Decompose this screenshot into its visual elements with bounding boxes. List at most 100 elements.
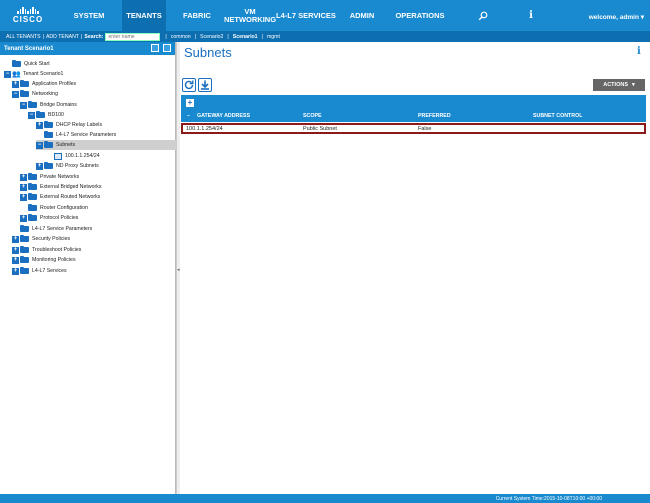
cell-scope: Public Subnet <box>303 126 337 132</box>
download-icon <box>201 80 209 90</box>
folder-icon <box>20 89 29 97</box>
expand-toggle-icon[interactable]: + <box>12 80 19 88</box>
tree-item-label: Troubleshoot Policies <box>32 247 82 253</box>
all-tenants-link[interactable]: ALL TENANTS <box>6 34 41 40</box>
add-subnet-button[interactable]: + <box>186 99 194 107</box>
pane-splitter[interactable]: ◂ <box>176 42 180 494</box>
welcome-user-menu[interactable]: welcome, admin ▾ <box>589 13 644 21</box>
refresh-button[interactable] <box>182 78 196 92</box>
tree-item-quick-start[interactable]: Quick Start <box>12 59 50 69</box>
tree-item-label: L4-L7 Service Parameters <box>56 132 117 138</box>
expand-toggle-icon[interactable]: + <box>12 267 19 275</box>
expand-toggle-icon[interactable]: + <box>36 121 43 129</box>
cisco-logo: CISCO <box>0 0 56 31</box>
tree-item-label: Networking <box>32 91 58 97</box>
nav-operations[interactable]: OPERATIONS <box>384 0 456 31</box>
expand-toggle-icon[interactable]: + <box>12 256 19 264</box>
nav-system[interactable]: SYSTEM <box>56 0 122 31</box>
tree-item-label: Protocol Policies <box>40 215 79 221</box>
tenant-link-scenario2[interactable]: Scenario2 <box>200 34 223 40</box>
tree-item-external-bridged-networks[interactable]: + External Bridged Networks <box>20 182 101 192</box>
collapse-toggle-icon[interactable]: − <box>36 141 43 149</box>
download-button[interactable] <box>198 78 212 92</box>
tree-item-protocol-policies[interactable]: + Protocol Policies <box>20 213 78 223</box>
splitter-handle-icon[interactable]: ◂ <box>177 267 180 273</box>
tree-item-label: ND Proxy Subnets <box>56 163 99 169</box>
tree-item-l4-l7-service-parameters[interactable]: L4-L7 Service Parameters <box>44 130 116 140</box>
table-row[interactable] <box>181 123 646 134</box>
tenant-link-common[interactable]: common <box>171 34 191 40</box>
column-header-gateway-address[interactable]: GATEWAY ADDRESS <box>197 113 250 119</box>
nav-fabric[interactable]: FABRIC <box>166 0 228 31</box>
tree-item-label: Tenant Scenario1 <box>23 71 64 77</box>
search-icon[interactable] <box>468 0 498 31</box>
expand-toggle-icon[interactable]: + <box>36 162 43 170</box>
refresh-pane-icon[interactable] <box>163 44 171 52</box>
collapse-toggle-icon[interactable]: − <box>28 111 35 119</box>
expand-toggle-icon[interactable]: + <box>12 246 19 254</box>
tree-item-external-routed-networks[interactable]: + External Routed Networks <box>20 192 100 202</box>
tree-item-dhcp-relay-labels[interactable]: + DHCP Relay Labels <box>36 120 102 130</box>
nav-vm-networking[interactable]: VM NETWORKING <box>224 0 276 31</box>
tenant-link-mgmt[interactable]: mgmt <box>267 34 280 40</box>
top-navigation-bar: CISCO SYSTEM TENANTS FABRIC VM NETWORKIN… <box>0 0 650 31</box>
expand-toggle-icon[interactable]: + <box>20 193 27 201</box>
search-label: Search: <box>84 33 104 40</box>
column-header-subnet-control[interactable]: SUBNET CONTROL <box>533 113 582 119</box>
collapse-toggle-icon[interactable]: − <box>20 101 27 109</box>
tree-item-l4-l7-service-parameters-tenant[interactable]: L4-L7 Service Parameters <box>20 224 92 234</box>
tree-item-monitoring-policies[interactable]: + Monitoring Policies <box>12 255 76 265</box>
info-icon[interactable]: i <box>516 0 546 31</box>
tenant-search-input[interactable] <box>105 32 161 41</box>
separator: | <box>81 33 83 40</box>
tenant-icon: 👥 <box>12 70 21 78</box>
refresh-icon <box>184 80 194 90</box>
tree-item-application-profiles[interactable]: + Application Profiles <box>12 79 76 89</box>
tree-item-tenant[interactable]: − 👥 Tenant Scenario1 <box>4 69 63 79</box>
folder-icon <box>20 234 29 242</box>
tree-item-troubleshoot-policies[interactable]: + Troubleshoot Policies <box>12 245 81 255</box>
folder-icon <box>28 192 37 200</box>
folder-icon <box>28 213 37 221</box>
column-header-scope[interactable]: SCOPE <box>303 113 322 119</box>
tree-item-private-networks[interactable]: + Private Networks <box>20 172 79 182</box>
folder-icon <box>28 203 37 211</box>
nav-admin[interactable]: ADMIN <box>340 0 384 31</box>
folder-icon <box>20 245 29 253</box>
nav-l4-l7-services[interactable]: L4-L7 SERVICES <box>272 0 340 31</box>
add-tenant-link[interactable]: ADD TENANT <box>46 34 79 40</box>
tree-item-l4-l7-services[interactable]: + L4-L7 Services <box>12 266 67 276</box>
tree-item-label: Security Policies <box>32 236 71 242</box>
folder-icon <box>28 100 37 108</box>
tree-item-router-configuration[interactable]: Router Configuration <box>28 203 88 213</box>
folder-icon <box>12 59 21 67</box>
expand-toggle-icon[interactable]: + <box>12 235 19 243</box>
actions-dropdown[interactable]: ACTIONS ▾ <box>593 79 645 91</box>
tree-item-label: BD100 <box>48 112 64 118</box>
collapse-pane-icon[interactable] <box>151 44 159 52</box>
tenant-link-scenario1[interactable]: Scenario1 <box>233 34 258 40</box>
collapse-toggle-icon[interactable]: − <box>12 90 19 98</box>
separator: | <box>165 33 167 40</box>
navigation-pane-title: Tenant Scenario1 <box>4 45 54 52</box>
tree-item-bd100[interactable]: − BD100 <box>28 110 64 120</box>
tree-item-bridge-domains[interactable]: − Bridge Domains <box>20 100 77 110</box>
collapse-toggle-icon[interactable]: − <box>4 70 11 78</box>
expand-toggle-icon[interactable]: + <box>20 214 27 222</box>
expand-toggle-icon[interactable]: + <box>20 183 27 191</box>
folder-icon <box>20 266 29 274</box>
nav-tenants[interactable]: TENANTS <box>122 0 166 31</box>
tree-item-nd-proxy-subnets[interactable]: + ND Proxy Subnets <box>36 161 99 171</box>
column-header-preferred[interactable]: PREFERRED <box>418 113 451 119</box>
tree-item-subnets[interactable]: − Subnets <box>36 140 176 150</box>
info-icon[interactable]: i <box>637 46 641 57</box>
logo-text: CISCO <box>12 15 44 24</box>
separator: | <box>261 33 263 40</box>
tree-item-subnet-100-1-1-254[interactable]: 100.1.1.254/24 <box>54 151 100 161</box>
expand-toggle-icon[interactable]: + <box>20 173 27 181</box>
folder-icon <box>20 224 29 232</box>
system-time: Current System Time:2015-10-08T10:00 +00… <box>495 495 602 502</box>
tree-item-networking[interactable]: − Networking <box>12 89 58 99</box>
tree-item-label: DHCP Relay Labels <box>56 122 103 128</box>
tree-item-security-policies[interactable]: + Security Policies <box>12 234 70 244</box>
